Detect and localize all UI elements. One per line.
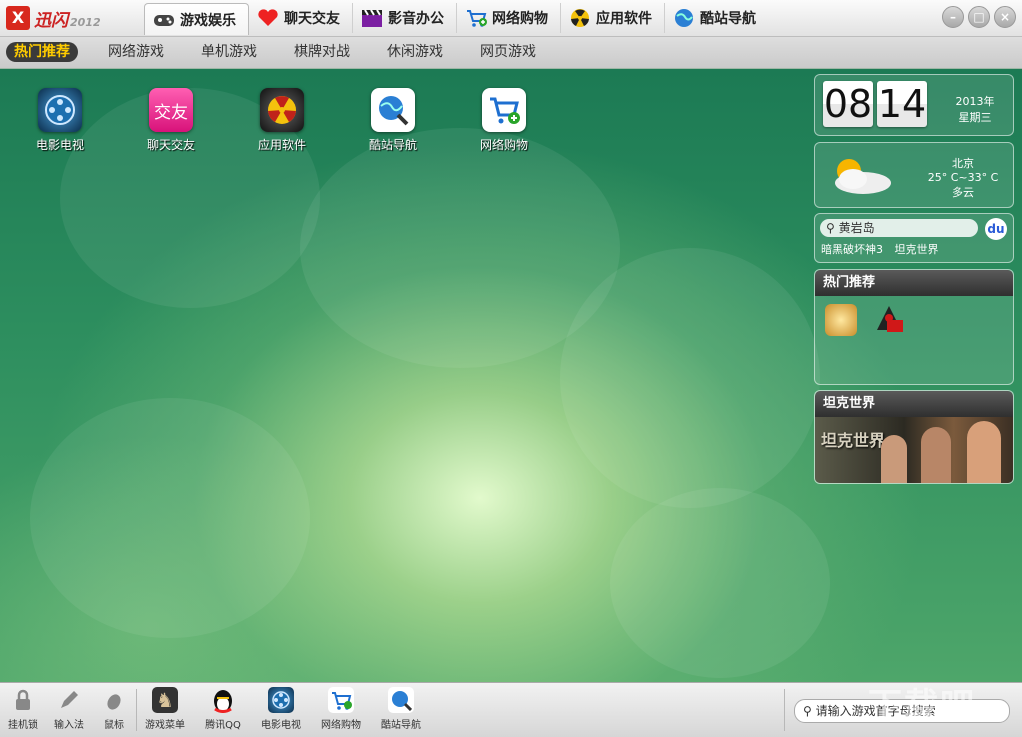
subtab-remen-tuijian[interactable]: 热门推荐 [6,42,78,62]
clock-minute: 14 [877,81,927,127]
baidu-paw-icon[interactable]: du [985,218,1007,240]
weather-widget[interactable]: 北京 25° C~33° C 多云 [814,142,1014,208]
clock-widget: 08 14 2013年 星期三 [814,74,1014,136]
heart-icon [257,8,279,28]
widget-search-input[interactable]: ⚲ 黄岩岛 [820,219,978,237]
tank-world-banner[interactable]: 坦克世界 [815,417,1013,483]
tool-label: 输入法 [54,720,84,731]
subtab-danji-youxi[interactable]: 单机游戏 [201,42,257,62]
minimize-button[interactable]: – [942,6,964,28]
desktop-icon-liaotian[interactable]: 交友 聊天交友 [141,88,201,153]
search-icon: ⚲ [803,704,812,718]
weather-city: 北京 [952,157,974,170]
icon-label: 电影电视 [35,138,84,152]
tab-yingyong-ruanjian[interactable]: 应用软件 [561,3,665,33]
game-avatar-icon[interactable] [825,304,857,336]
icon-label: 应用软件 [257,138,306,152]
chess-knight-icon: ♞ [152,687,178,713]
globe-magnifier-icon [371,88,415,132]
watermark: 下载吧 [868,686,976,726]
radiation-icon [569,8,591,28]
panel-title: 热门推荐 [815,270,1013,296]
tool-shurufa[interactable]: 输入法 [45,687,93,731]
tool-label: 挂机锁 [8,720,38,731]
tab-youxi-yule[interactable]: 游戏娱乐 [144,3,249,35]
clock-hour: 08 [823,81,873,127]
subtab-qipai-duizhan[interactable]: 棋牌对战 [294,42,350,62]
tab-label: 影音办公 [388,11,444,27]
icon-label: 网络购物 [479,138,528,152]
pen-icon [56,687,82,713]
app-youxi-caidan[interactable]: ♞ 游戏菜单 [141,687,189,731]
shopping-cart-icon [482,88,526,132]
brand: 迅闪 2012 [34,11,101,31]
title-bar: X 迅闪 2012 游戏娱乐 聊天交友 影音办公 网络购物 应用软件 酷站导航 –… [0,0,1022,37]
tool-shubiao[interactable]: 鼠标 [90,687,138,731]
search-widget: ⚲ 黄岩岛 du 暗黑破坏神3 坦克世界 [814,213,1014,263]
film-reel-icon [38,88,82,132]
tab-label: 应用软件 [596,11,652,27]
tab-kuzhan-daohang[interactable]: 酷站导航 [665,3,768,33]
subtab-xiuxian-youxi[interactable]: 休闲游戏 [387,42,443,62]
app-label: 游戏菜单 [145,720,185,731]
search-link[interactable]: 暗黑破坏神3 [821,243,883,256]
close-button[interactable]: × [994,6,1016,28]
main-tabs: 游戏娱乐 聊天交友 影音办公 网络购物 应用软件 酷站导航 [144,3,768,36]
app-wangluo-gouwu[interactable]: 网络购物 [317,687,365,731]
app-label: 腾讯QQ [205,720,241,731]
hot-recommend-panel: 热门推荐 [814,269,1014,385]
clock-year: 2013年 [955,95,995,108]
clapperboard-icon [361,8,383,28]
subtab-wangye-youxi[interactable]: 网页游戏 [480,42,536,62]
app-label: 酷站导航 [381,720,421,731]
desktop-icon-dianying[interactable]: 电影电视 [30,88,90,153]
tool-label: 鼠标 [104,720,124,731]
app-tengxun-qq[interactable]: 腾讯QQ [199,687,247,731]
maximize-button[interactable]: □ [968,6,990,28]
app-logo-icon: X [6,6,30,30]
film-reel-icon [268,687,294,713]
qq-penguin-icon [210,687,236,713]
mouse-icon [101,687,127,713]
subtab-wangluo-youxi[interactable]: 网络游戏 [108,42,164,62]
gamepad-icon [153,10,175,30]
shopping-cart-icon [465,8,487,28]
globe-magnifier-icon [388,687,414,713]
tab-liaotian-jiaoyou[interactable]: 聊天交友 [249,3,353,33]
radiation-icon [260,88,304,132]
tab-label: 酷站导航 [700,11,756,27]
sub-tab-bar: 热门推荐 网络游戏 单机游戏 棋牌对战 休闲游戏 网页游戏 [0,37,1022,69]
icon-label: 聊天交友 [146,138,195,152]
globe-icon [673,8,695,28]
weather-condition: 多云 [952,186,974,199]
game-logo-icon[interactable] [873,304,905,336]
cloudy-sun-icon [823,153,897,200]
desktop-icon-gouwu[interactable]: 网络购物 [474,88,534,153]
clock-weekday: 星期三 [958,111,992,124]
app-kuzhan-daohang[interactable]: 酷站导航 [377,687,425,731]
panel-title: 坦克世界 [815,391,1013,417]
search-icon: ⚲ [826,221,835,235]
tab-yingyin-bangong[interactable]: 影音办公 [353,3,457,33]
lock-icon [10,687,36,713]
shopping-cart-icon [328,687,354,713]
tab-label: 游戏娱乐 [180,12,236,29]
app-dianying-dianshi[interactable]: 电影电视 [257,687,305,731]
app-label: 电影电视 [261,720,301,731]
tank-world-panel[interactable]: 坦克世界 坦克世界 [814,390,1014,484]
tab-label: 聊天交友 [284,11,340,27]
jiaoyou-icon: 交友 [149,88,193,132]
window-controls: – □ × [942,6,1016,28]
desktop-icon-yingyong[interactable]: 应用软件 [252,88,312,153]
icon-label: 酷站导航 [368,138,417,152]
tool-guajisuo[interactable]: 挂机锁 [0,687,47,731]
tab-wangluo-gouwu[interactable]: 网络购物 [457,3,561,33]
weather-temp: 25° C~33° C [927,171,999,184]
search-link[interactable]: 坦克世界 [895,243,939,256]
app-label: 网络购物 [321,720,361,731]
tab-label: 网络购物 [492,11,548,27]
desktop-icon-kuzhan[interactable]: 酷站导航 [363,88,423,153]
